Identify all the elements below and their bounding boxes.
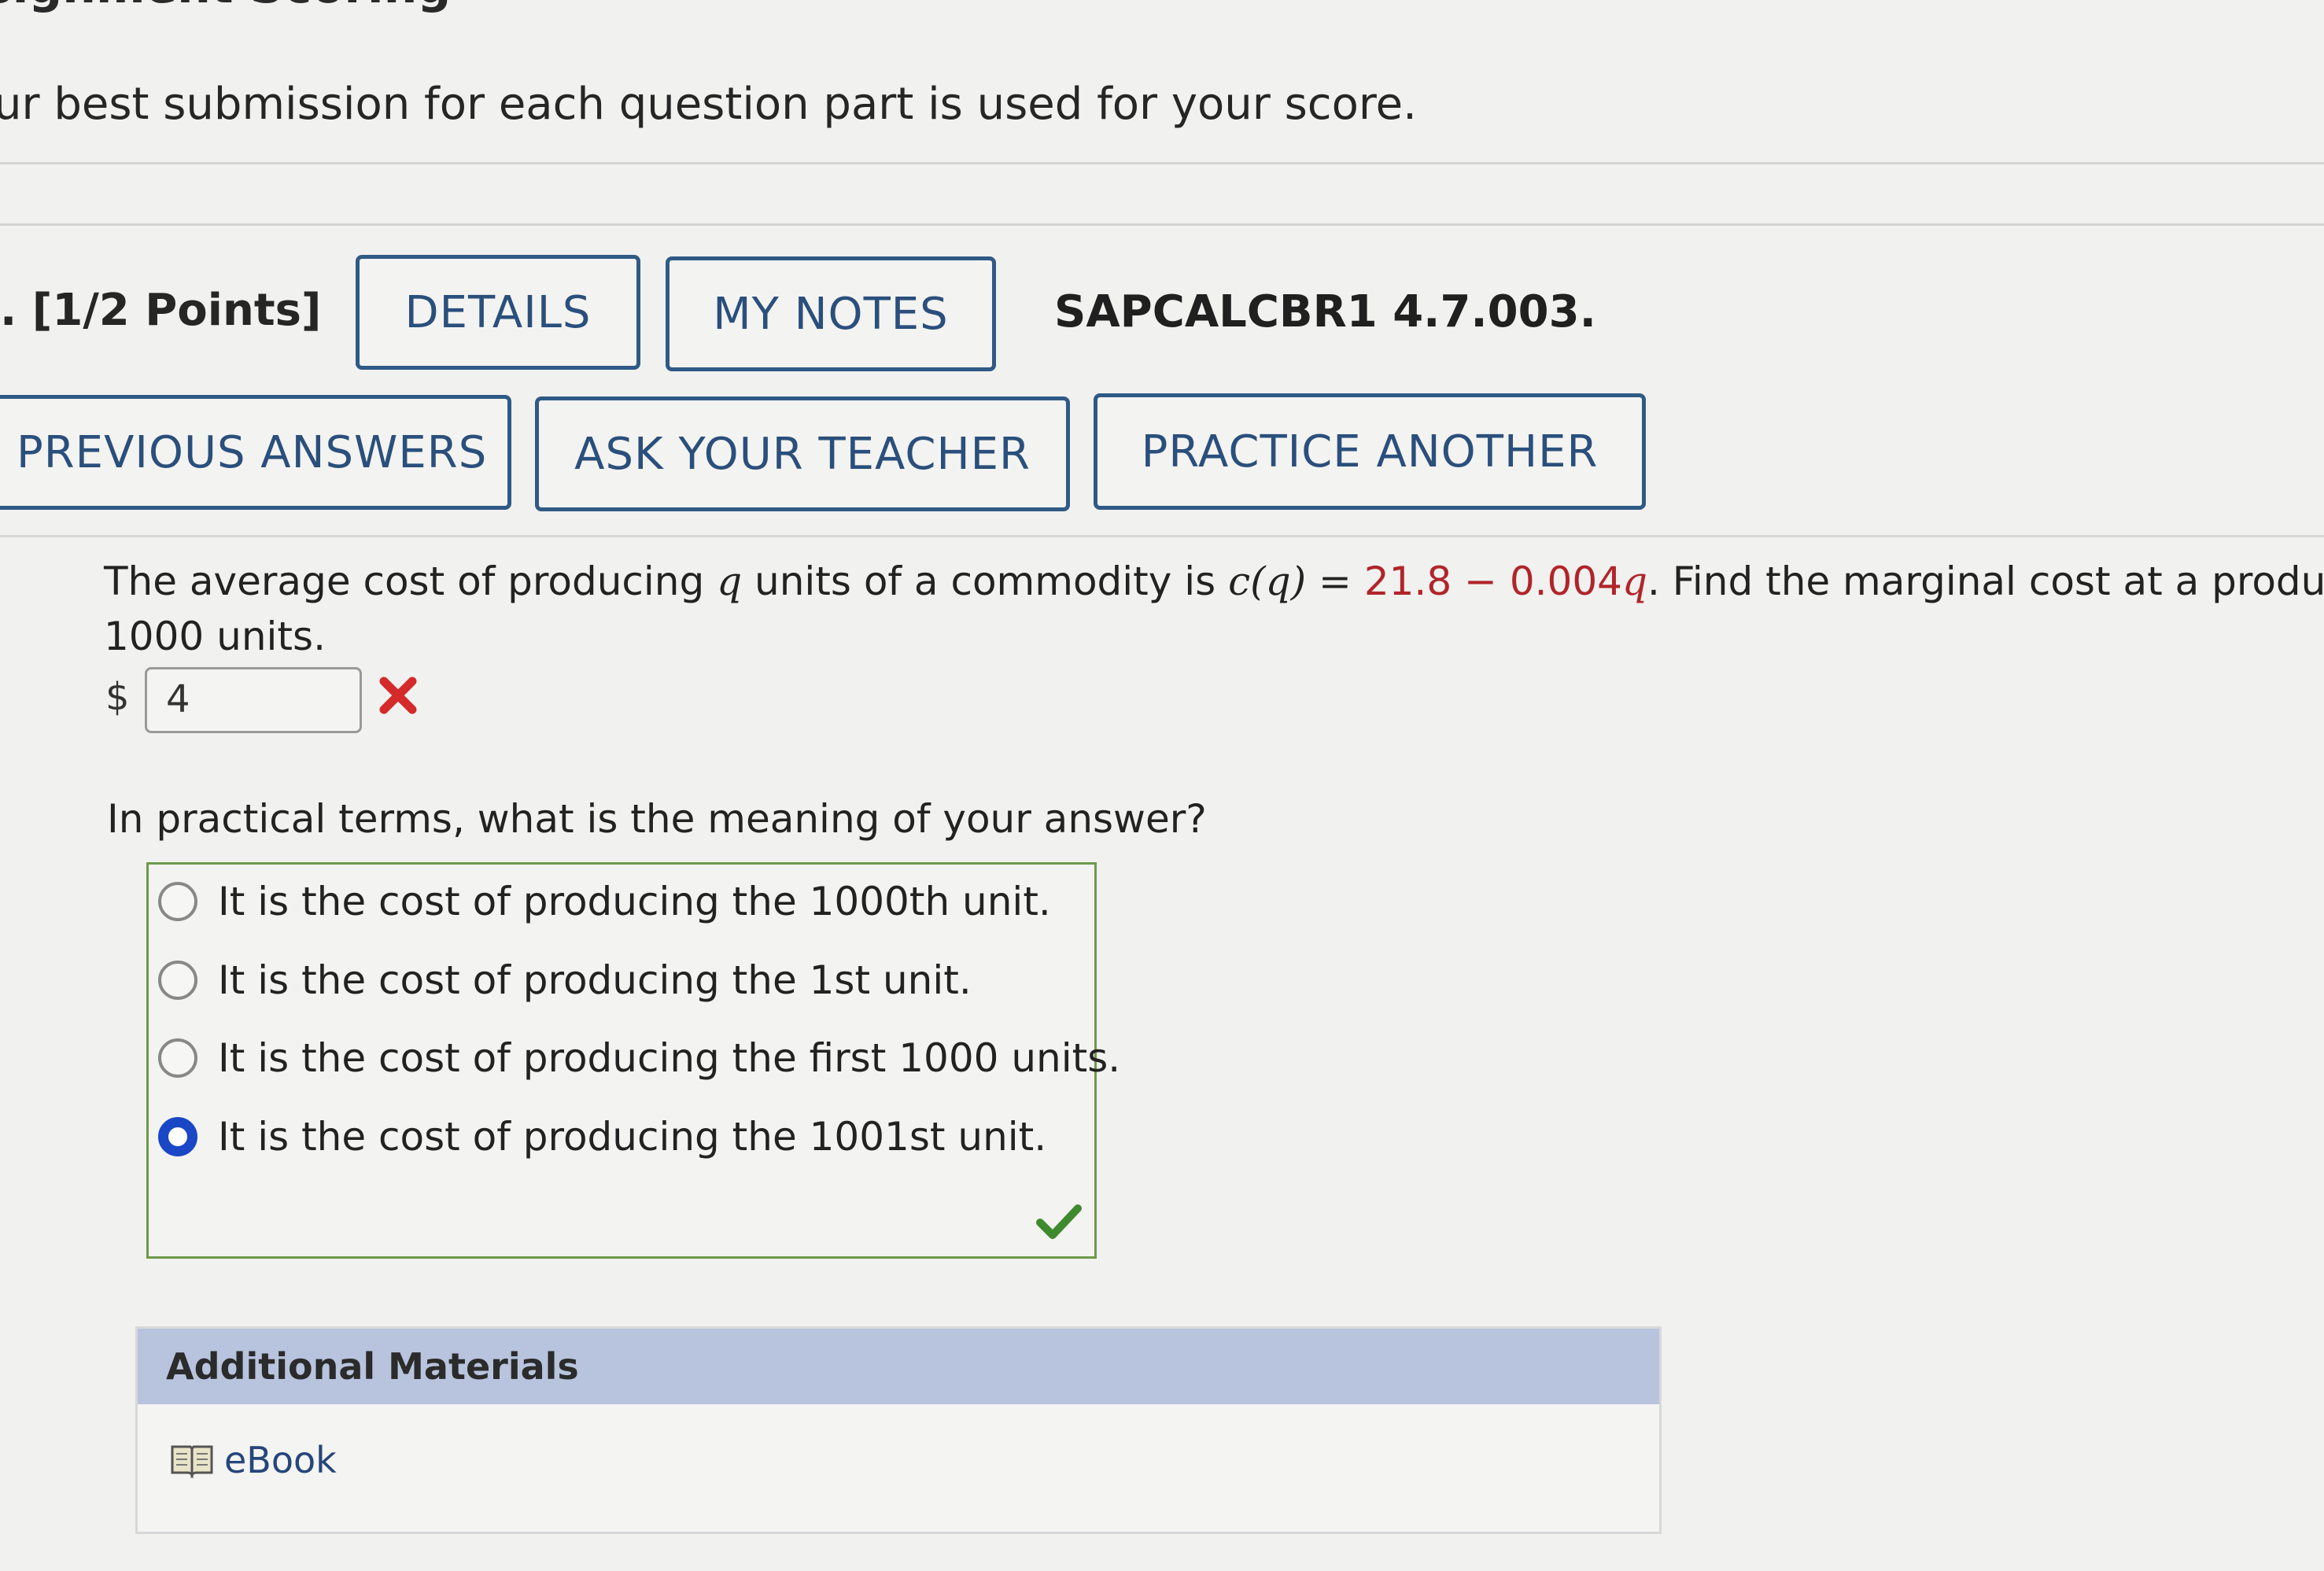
ask-your-teacher-button[interactable]: ASK YOUR TEACHER	[535, 396, 1070, 511]
previous-answers-button[interactable]: PREVIOUS ANSWERS	[0, 395, 511, 510]
formula-coefficients: 21.8 − 0.004	[1363, 559, 1622, 604]
choice-label: It is the cost of producing the 1001st u…	[218, 1114, 1047, 1160]
details-button[interactable]: DETAILS	[356, 255, 640, 370]
currency-symbol: $	[105, 675, 130, 719]
additional-materials-panel: Additional Materials eBook	[135, 1326, 1662, 1534]
practice-another-button[interactable]: PRACTICE ANOTHER	[1094, 393, 1646, 510]
prompt-text: The average cost of producing	[104, 559, 717, 604]
book-icon	[171, 1445, 213, 1478]
answer-input[interactable]: 4	[145, 667, 362, 733]
radio-button[interactable]	[158, 882, 197, 921]
x-mark-icon	[379, 677, 417, 714]
formula-variable: q	[1621, 559, 1647, 604]
divider	[0, 162, 2324, 164]
scoring-intro-text: ur best submission for each question par…	[0, 79, 1417, 130]
choice-label: It is the cost of producing the first 10…	[218, 1035, 1121, 1081]
radio-button-selected[interactable]	[158, 1117, 197, 1156]
my-notes-button[interactable]: MY NOTES	[666, 256, 996, 371]
choice-label: It is the cost of producing the 1st unit…	[218, 957, 972, 1003]
check-mark-icon	[1036, 1204, 1082, 1239]
question-prompt-line2: 1000 units.	[104, 614, 326, 659]
choice-label: It is the cost of producing the 1000th u…	[218, 879, 1051, 924]
ebook-link[interactable]: eBook	[169, 1439, 337, 1481]
ebook-label: eBook	[224, 1439, 337, 1481]
question-points: . [1/2 Points]	[0, 285, 322, 336]
variable-q: q	[717, 559, 743, 604]
question-prompt-line1: The average cost of producing q units of…	[104, 554, 2324, 609]
assignment-scoring-heading: signment Scoring	[0, 0, 451, 14]
choice-option[interactable]: It is the cost of producing the first 10…	[158, 1031, 1120, 1086]
choice-option[interactable]: It is the cost of producing the 1st unit…	[158, 953, 972, 1008]
choice-option[interactable]: It is the cost of producing the 1001st u…	[158, 1109, 1046, 1164]
formula-lhs: c(q) =	[1228, 559, 1364, 604]
prompt-text: units of a commodity is	[742, 559, 1229, 604]
prompt-text: . Find the marginal cost at a productio	[1647, 559, 2324, 604]
choice-option[interactable]: It is the cost of producing the 1000th u…	[158, 874, 1051, 929]
radio-button[interactable]	[158, 961, 197, 1000]
divider	[0, 535, 2324, 537]
additional-materials-title: Additional Materials	[138, 1329, 1659, 1404]
answer-choices: It is the cost of producing the 1000th u…	[146, 862, 1120, 1259]
radio-button[interactable]	[158, 1038, 197, 1078]
divider	[0, 223, 2324, 226]
practical-meaning-question: In practical terms, what is the meaning …	[107, 796, 1207, 842]
question-prompt: The average cost of producing q units of…	[104, 554, 2324, 664]
question-id: SAPCALCBR1 4.7.003.	[1054, 286, 1596, 337]
